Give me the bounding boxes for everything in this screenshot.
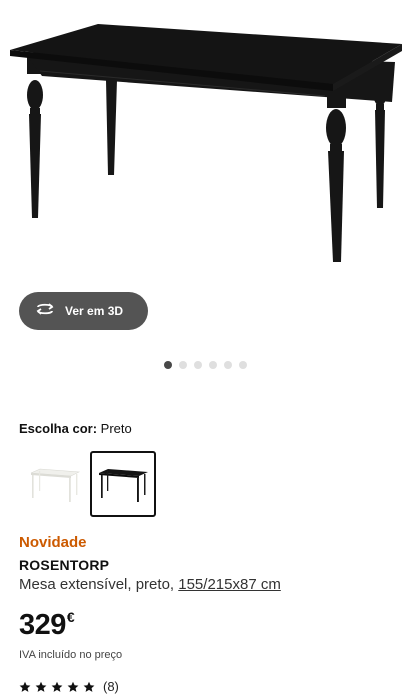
carousel-dot[interactable]	[164, 361, 172, 369]
rotate-3d-icon	[35, 302, 55, 321]
rating-stars	[19, 681, 95, 693]
new-badge: Novidade	[19, 534, 87, 551]
color-value: Preto	[100, 421, 132, 436]
star-icon	[51, 681, 63, 692]
star-icon	[67, 681, 79, 692]
star-icon	[35, 681, 47, 692]
carousel-dot[interactable]	[179, 361, 187, 369]
color-option-white[interactable]	[19, 451, 85, 517]
product-image[interactable]	[0, 0, 413, 290]
carousel-dot[interactable]	[209, 361, 217, 369]
star-icon	[19, 681, 31, 692]
vat-note: IVA incluído no preço	[19, 649, 123, 661]
view-3d-button[interactable]: Ver em 3D	[19, 292, 148, 330]
view-3d-label: Ver em 3D	[65, 304, 124, 318]
color-selection-label: Escolha cor: Preto	[19, 421, 132, 436]
rating-count: (8)	[103, 679, 119, 694]
carousel-dot[interactable]	[224, 361, 232, 369]
product-price: 329€	[19, 609, 75, 642]
product-description: Mesa extensível, preto, 155/215x87 cm	[19, 576, 281, 593]
dimensions-link[interactable]: 155/215x87 cm	[178, 576, 281, 593]
color-option-black[interactable]	[90, 451, 156, 517]
carousel-dot[interactable]	[239, 361, 247, 369]
color-label: Escolha cor:	[19, 421, 98, 436]
star-icon	[83, 681, 95, 692]
product-name: ROSENTORP	[19, 557, 110, 573]
product-rating[interactable]: (8)	[19, 679, 119, 694]
price-currency: €	[66, 609, 75, 625]
carousel-dot[interactable]	[194, 361, 202, 369]
price-value: 329	[19, 609, 66, 641]
product-type: Mesa extensível, preto,	[19, 576, 175, 593]
image-carousel-indicator	[164, 361, 247, 369]
